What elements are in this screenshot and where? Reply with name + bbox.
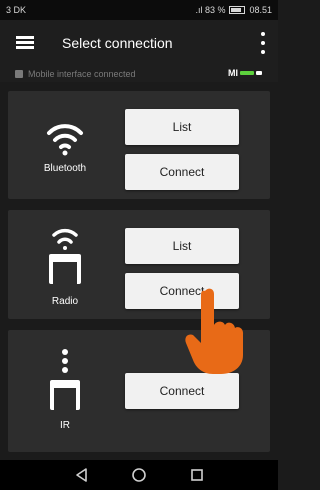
mi-logo: MI xyxy=(228,68,262,78)
hand-cursor-icon xyxy=(183,285,245,375)
bluetooth-label: Bluetooth xyxy=(43,163,87,174)
page-title: Select connection xyxy=(62,35,173,51)
navigation-bar xyxy=(0,460,278,490)
status-left-text: 3 DK xyxy=(6,5,27,15)
checkbox-icon xyxy=(15,70,23,78)
app-bar: Select connection xyxy=(0,20,278,66)
bluetooth-wifi-icon xyxy=(45,121,85,162)
mi-logo-bar-secondary xyxy=(256,71,262,75)
bluetooth-connect-button[interactable]: Connect xyxy=(125,154,239,190)
battery-icon xyxy=(229,6,246,14)
overflow-menu-icon[interactable] xyxy=(260,32,266,54)
home-icon[interactable] xyxy=(131,467,147,483)
status-bar: 3 DK .ıl 83 % 08.51 xyxy=(0,0,278,20)
ir-module-icon xyxy=(45,346,85,421)
bluetooth-card: Bluetooth List Connect xyxy=(8,91,270,199)
recents-icon[interactable] xyxy=(189,467,205,483)
back-icon[interactable] xyxy=(74,467,90,483)
ir-connect-button[interactable]: Connect xyxy=(125,373,239,409)
radio-label: Radio xyxy=(51,296,79,307)
clock: 08.51 xyxy=(249,5,272,15)
radio-module-icon xyxy=(45,224,85,295)
ir-label: IR xyxy=(60,420,70,431)
menu-icon[interactable] xyxy=(16,36,34,50)
mi-logo-bar xyxy=(240,71,254,75)
interface-status-label: Mobile interface connected xyxy=(28,69,136,79)
mi-logo-text: MI xyxy=(228,68,238,78)
radio-list-button[interactable]: List xyxy=(125,228,239,264)
interface-status-row: Mobile interface connected MI xyxy=(0,66,278,82)
bluetooth-list-button[interactable]: List xyxy=(125,109,239,145)
status-right: .ıl 83 % 08.51 xyxy=(195,5,272,15)
signal-text: .ıl 83 % xyxy=(195,5,226,15)
